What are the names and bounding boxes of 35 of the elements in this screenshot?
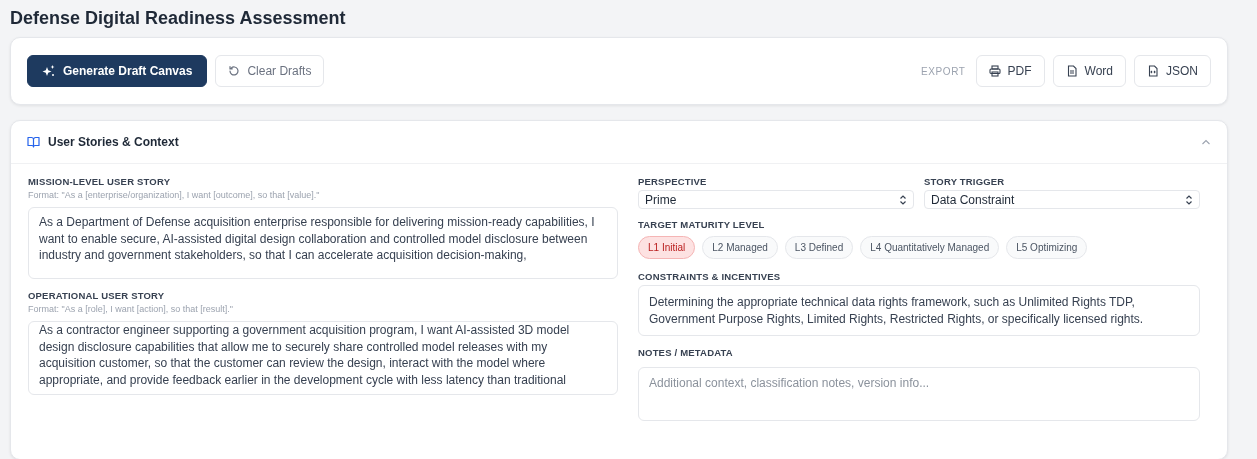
- printer-icon: [988, 65, 1001, 77]
- text-area[interactable]: Determining the appropriate technical data rights framework, such as Unlimited Rights TDP, Government Purpose Rights, Limited Rights, Restricted Rights, or specifically licensed rights.: [638, 285, 1200, 336]
- field-label: CONSTRAINTS & INCENTIVES: [638, 271, 782, 282]
- field-label: NOTES / METADATA: [638, 347, 734, 358]
- export-button[interactable]: Word: [1052, 55, 1126, 87]
- field-label: TARGET MATURITY LEVEL: [638, 219, 766, 230]
- level-chip[interactable]: L4 Quantitatively Managed: [860, 236, 1000, 259]
- select-field[interactable]: Data Constraint: [924, 190, 1200, 209]
- field-label: OPERATIONAL USER STORY: [28, 290, 166, 301]
- level-chip[interactable]: L5 Optimizing: [1006, 236, 1088, 259]
- chevron-icon[interactable]: [1201, 139, 1211, 145]
- book-icon: [27, 136, 40, 148]
- dropdown-arrows-icon: [1185, 194, 1193, 205]
- export-button[interactable]: JSON: [1134, 55, 1211, 87]
- export-button[interactable]: PDF: [975, 55, 1045, 87]
- section-title: User Stories & Context: [48, 135, 179, 149]
- level-chip[interactable]: L1 Initial: [638, 236, 696, 259]
- field-label: STORY TRIGGER: [924, 176, 1006, 187]
- document-icon: [1065, 65, 1078, 77]
- dropdown-arrows-icon: [899, 194, 907, 205]
- text-area[interactable]: As a contractor engineer supporting a government acquisition program, I want AI-assisted 3D model design disclosure capabilities that allow me to securely share controlled model releases with my acquisition customer, so that the customer can review the design, interact with the model where appropriate, and provide feedback earlier in the development cycle with less latency than traditional: [28, 321, 618, 395]
- field-label: MISSION-LEVEL USER STORY: [28, 176, 172, 187]
- select-field[interactable]: Prime: [638, 190, 914, 209]
- format-hint: Format: "As a [role], I want [action], so that [result].": [28, 304, 234, 314]
- clear-drafts-button[interactable]: Clear Drafts: [215, 55, 325, 87]
- reset-icon: [228, 65, 241, 77]
- export-label: EXPORT: [921, 65, 966, 77]
- level-chip[interactable]: L2 Managed: [702, 236, 778, 259]
- text-area[interactable]: As a Department of Defense acquisition enterprise responsible for delivering mission-ready capabilities, I want to enable secure, AI-assisted digital design collaboration and controlled model disclosure between industry and government stakeholders, so that I can accelerate acquisition decision-making,: [28, 207, 618, 279]
- field-label: PERSPECTIVE: [638, 176, 708, 187]
- generate-button[interactable]: Generate Draft Canvas: [27, 55, 208, 87]
- page-title: Defense Digital Readiness Assessment: [10, 7, 347, 30]
- level-chip[interactable]: L3 Defined: [784, 236, 854, 259]
- code-file-icon: [1147, 65, 1159, 77]
- sparkles-icon: [42, 64, 56, 78]
